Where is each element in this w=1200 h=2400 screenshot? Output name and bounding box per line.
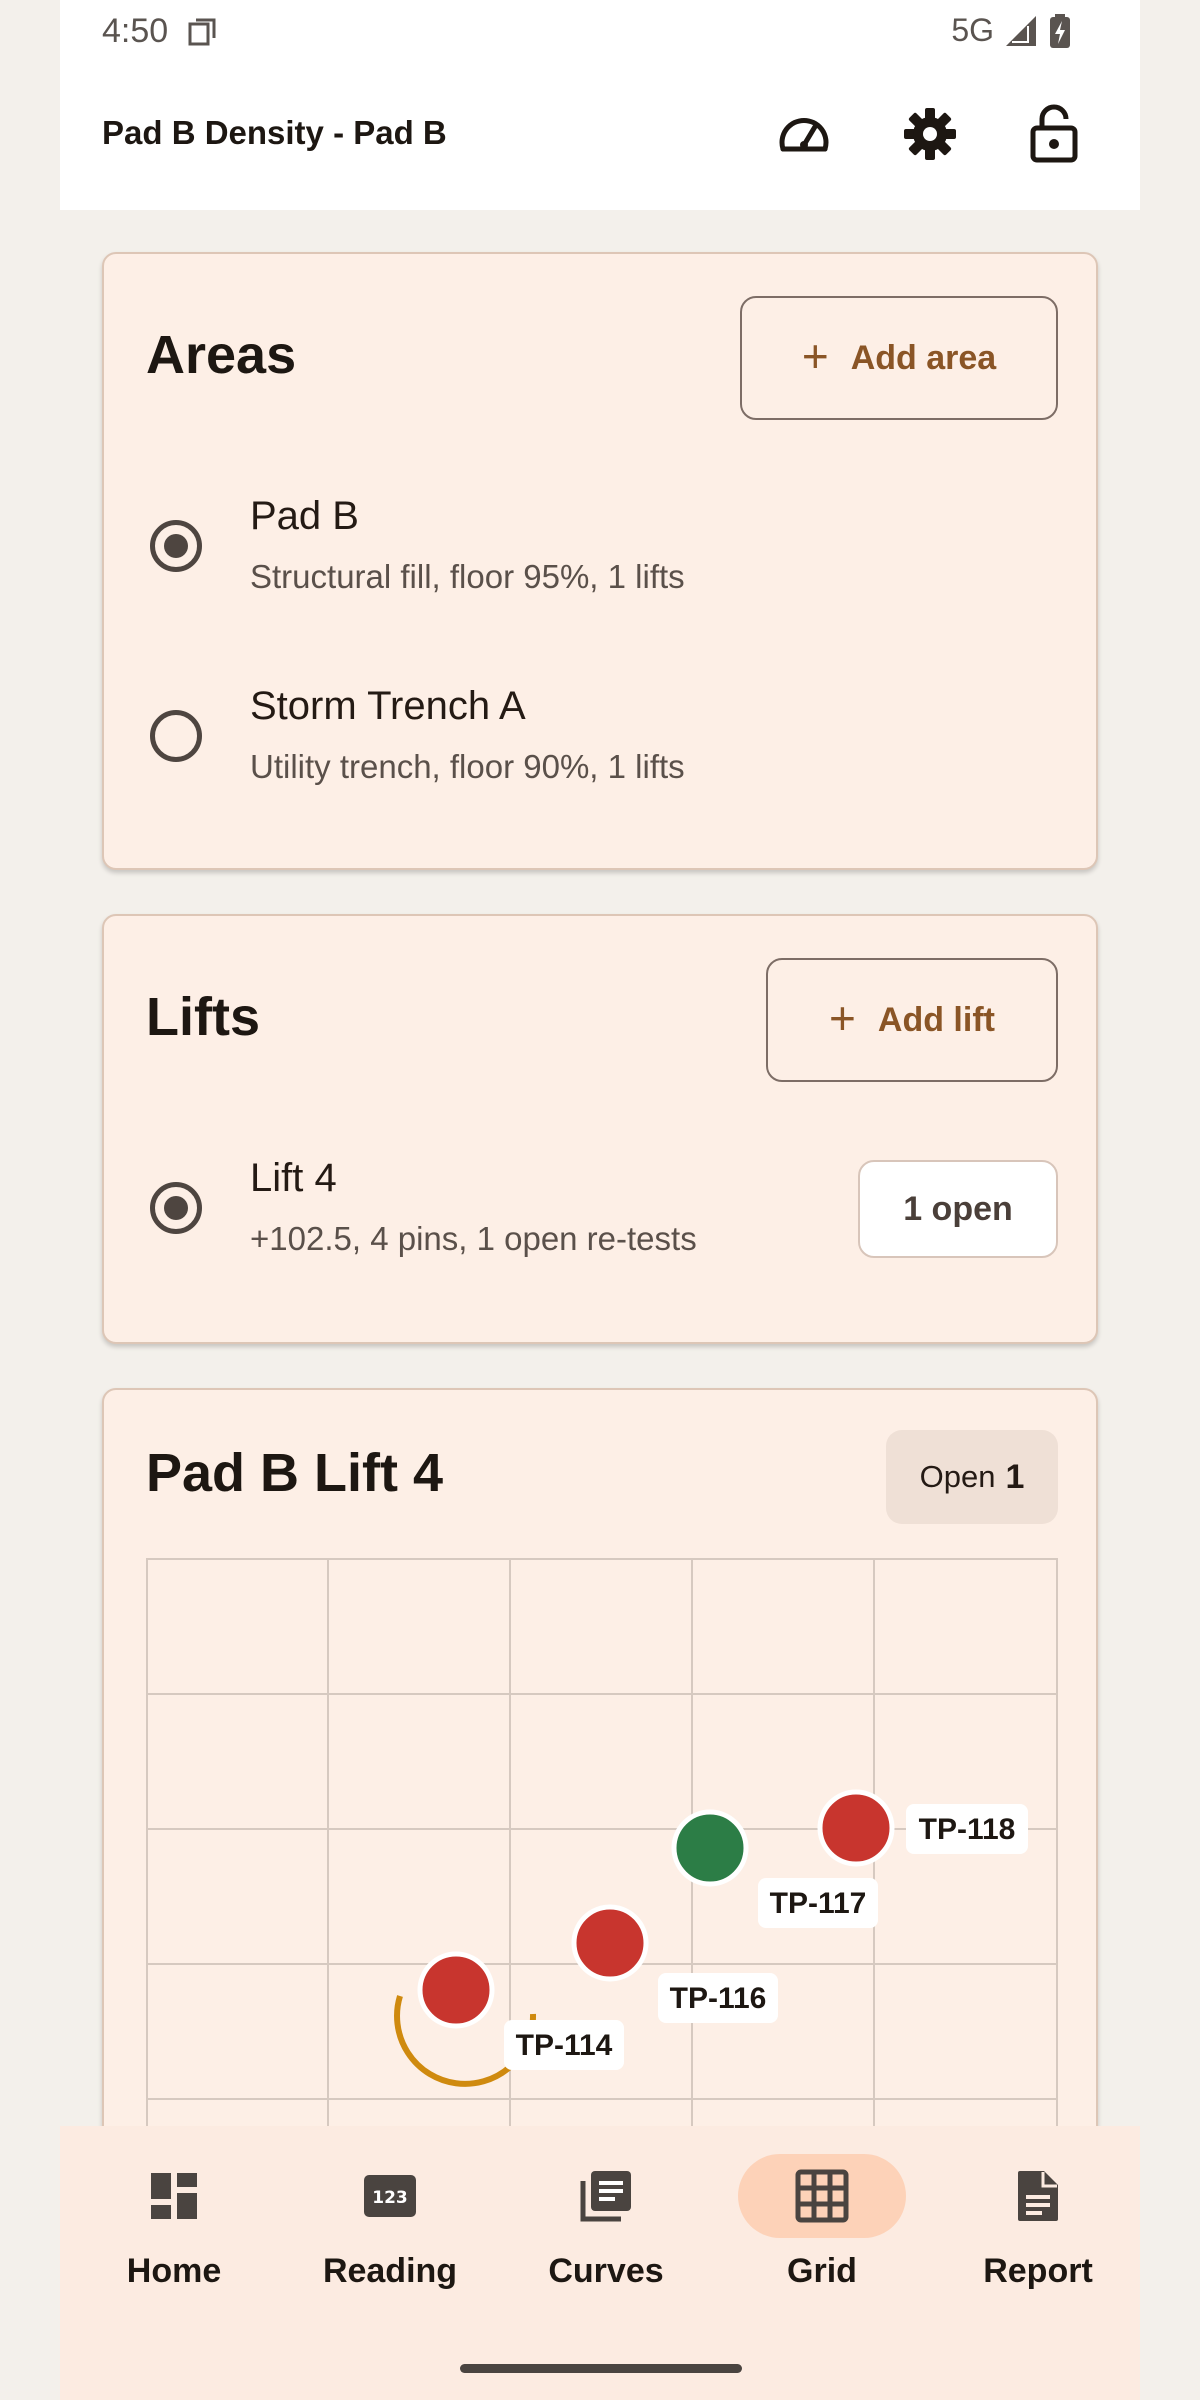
lifts-card: Lifts + Add lift Lift 4 +102.5, 4 pins, … (102, 914, 1098, 1344)
areas-title: Areas (146, 325, 297, 385)
nav-label: Curves (548, 2252, 664, 2290)
pin-label: TP-114 (516, 2029, 613, 2062)
status-time: 4:50 (102, 12, 169, 50)
nav-item-curves[interactable]: Curves (506, 2154, 706, 2354)
nav-item-home[interactable]: Home (74, 2154, 274, 2354)
add-area-label: Add area (850, 338, 997, 377)
open-count-chip[interactable]: Open 1 (886, 1430, 1058, 1524)
area-detail: Structural fill, floor 95%, 1 lifts (250, 558, 685, 595)
screenshot-icon (188, 18, 216, 46)
nav-icon-wrap (738, 2154, 906, 2238)
gear-icon (904, 108, 956, 160)
speedometer-button[interactable] (772, 102, 836, 166)
pin-tp-118[interactable]: TP-118 (817, 1789, 1028, 1867)
lift-name: Lift 4 (250, 1156, 337, 1200)
add-lift-button[interactable]: + Add lift (766, 958, 1058, 1082)
home-indicator[interactable] (460, 2364, 742, 2373)
network-type: 5G (951, 12, 994, 48)
numbers-icon: 123 (364, 2175, 416, 2217)
nav-icon-wrap: 123 (306, 2154, 474, 2238)
area-name: Storm Trench A (250, 684, 526, 728)
bottom-navigation: Home 123 Reading Curves Grid Report (60, 2126, 1140, 2400)
area-detail: Utility trench, floor 90%, 1 lifts (250, 748, 685, 785)
svg-text:123: 123 (372, 2188, 408, 2208)
nav-label: Home (126, 2252, 222, 2290)
nav-item-report[interactable]: Report (938, 2154, 1138, 2354)
open-retests-badge[interactable]: 1 open (858, 1160, 1058, 1258)
open-count-label: Open (919, 1459, 996, 1494)
lift-detail: +102.5, 4 pins, 1 open re-tests (250, 1220, 697, 1257)
nav-icon-wrap (954, 2154, 1122, 2238)
radio-unselected[interactable] (150, 710, 202, 762)
pin-label: TP-118 (919, 1813, 1016, 1846)
nav-item-reading[interactable]: 123 Reading (290, 2154, 490, 2354)
radio-selected[interactable] (150, 520, 202, 572)
speedometer-icon (779, 117, 829, 152)
plus-icon: + (829, 992, 856, 1044)
add-area-button[interactable]: + Add area (740, 296, 1058, 420)
status-bar: 4:50 5G (60, 0, 1140, 62)
nav-item-grid[interactable]: Grid (722, 2154, 922, 2354)
areas-card: Areas + Add area Pad B Structural fill, … (102, 252, 1098, 870)
area-name: Pad B (250, 494, 359, 538)
plus-icon: + (801, 330, 829, 382)
library-books-icon (580, 2171, 631, 2222)
nav-icon-wrap (90, 2154, 258, 2238)
lock-button[interactable] (1022, 102, 1086, 166)
page-title: Pad B Density - Pad B (102, 114, 447, 151)
pin-label: TP-116 (670, 1982, 767, 2015)
grid-card: Pad B Lift 4 Open 1 TP-114 TP-116 TP-117… (102, 1388, 1098, 2150)
add-lift-label: Add lift (877, 1000, 995, 1039)
lifts-title: Lifts (146, 987, 260, 1047)
nav-label: Reading (322, 2252, 458, 2290)
lock-open-icon (1030, 104, 1078, 163)
nav-label: Report (983, 2252, 1093, 2290)
dashboard-icon (151, 2173, 197, 2219)
grid-icon (795, 2169, 849, 2223)
signal-icon (1006, 15, 1036, 46)
top-app-bar: Pad B Density - Pad B (60, 62, 1140, 210)
document-icon (1018, 2171, 1058, 2221)
pin-grid[interactable]: TP-114 TP-116 TP-117 TP-118 (146, 1558, 1058, 2150)
open-count-value: 1 (1005, 1457, 1025, 1496)
battery-icon (1050, 13, 1070, 48)
radio-selected[interactable] (150, 1182, 202, 1234)
pin-label: TP-117 (770, 1887, 867, 1920)
phone-screen: 4:50 5G Pad B Density - Pad B Areas + Ad… (60, 0, 1140, 2400)
grid-card-title: Pad B Lift 4 (146, 1443, 444, 1503)
settings-button[interactable] (898, 102, 962, 166)
nav-icon-wrap (522, 2154, 690, 2238)
status-right: 5G (951, 12, 1072, 49)
nav-label: Grid (787, 2252, 857, 2290)
